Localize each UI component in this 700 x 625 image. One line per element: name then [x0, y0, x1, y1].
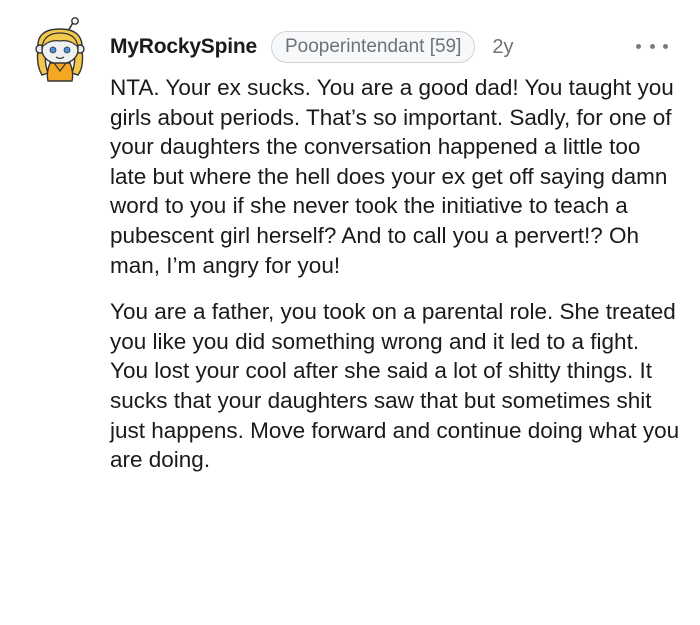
comment-body: NTA. Your ex sucks. You are a good dad! … — [110, 73, 680, 475]
user-flair-badge: Pooperintendant [59] — [270, 31, 476, 63]
comment-header: MyRockySpine Pooperintendant [59] 2y — [110, 30, 514, 64]
comment: MyRockySpine Pooperintendant [59] 2y NTA… — [0, 0, 700, 625]
username-link[interactable]: MyRockySpine — [110, 35, 257, 59]
snoo-avatar-icon — [35, 17, 85, 82]
more-options-button[interactable] — [636, 36, 668, 56]
comment-paragraph: NTA. Your ex sucks. You are a good dad! … — [110, 75, 674, 278]
ellipsis-icon-dot — [649, 43, 655, 49]
comment-timestamp[interactable]: 2y — [492, 36, 513, 59]
comment-paragraph: You are a father, you took on a parental… — [110, 299, 680, 473]
ellipsis-icon-dot — [636, 43, 641, 49]
user-avatar[interactable] — [30, 17, 90, 83]
ellipsis-icon-dot — [663, 43, 668, 49]
